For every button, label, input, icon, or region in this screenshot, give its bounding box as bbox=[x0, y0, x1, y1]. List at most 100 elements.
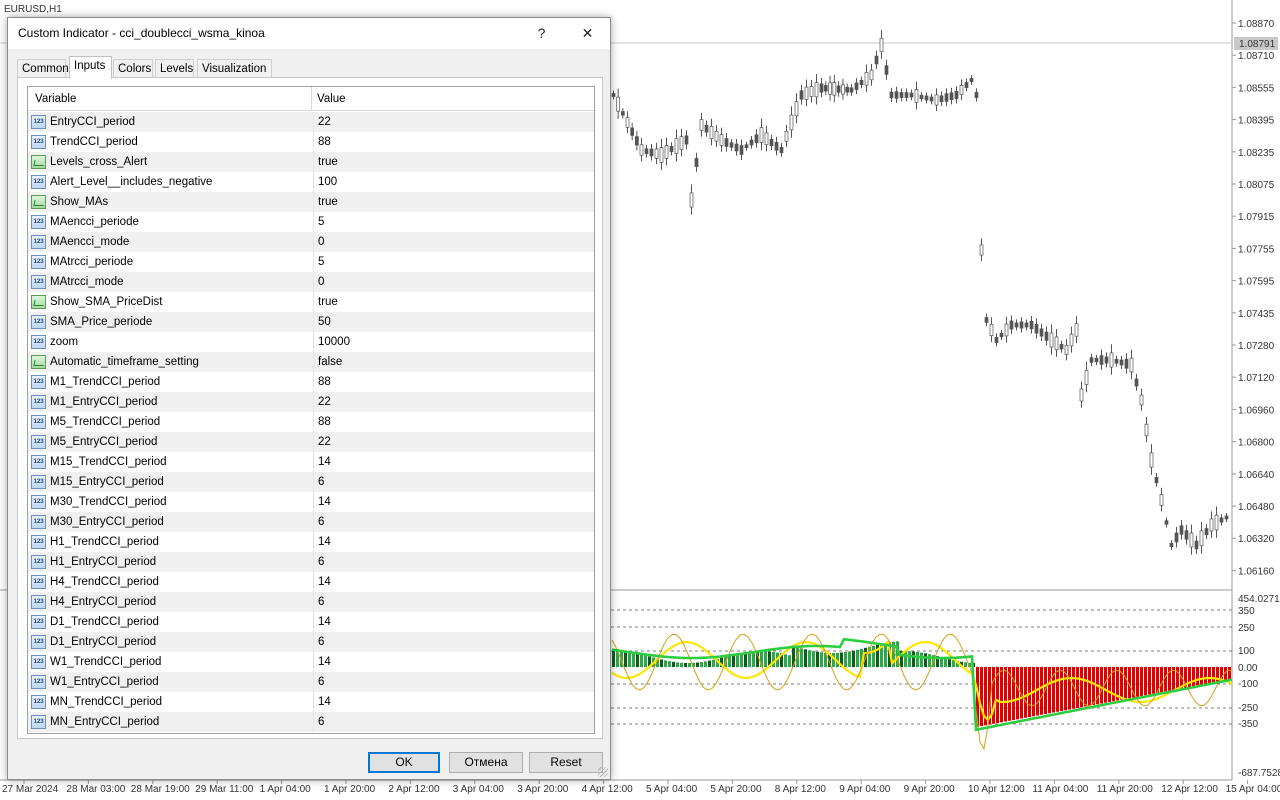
input-value-field[interactable]: 14 bbox=[313, 612, 594, 632]
integer-type-icon: 123 bbox=[31, 715, 46, 729]
input-row[interactable]: 123 SMA_Price_periode 50 bbox=[28, 312, 594, 332]
input-row[interactable]: 123 M1_TrendCCI_period 88 bbox=[28, 372, 594, 392]
input-row[interactable]: 123 D1_EntryCCI_period 6 bbox=[28, 632, 594, 652]
input-value-field[interactable]: 5 bbox=[313, 252, 594, 272]
input-row[interactable]: 123 EntryCCI_period 22 bbox=[28, 112, 594, 132]
input-row[interactable]: 123 W1_EntryCCI_period 6 bbox=[28, 672, 594, 692]
input-row[interactable]: Show_SMA_PriceDist true bbox=[28, 292, 594, 312]
input-variable-name: M30_TrendCCI_period bbox=[50, 496, 167, 508]
input-row[interactable]: 123 M15_TrendCCI_period 14 bbox=[28, 452, 594, 472]
column-header-variable[interactable]: Variable bbox=[28, 87, 312, 111]
input-variable-name: Show_SMA_PriceDist bbox=[50, 296, 163, 308]
input-value-field[interactable]: 14 bbox=[313, 692, 594, 712]
time-tick-label: 1 Apr 04:00 bbox=[260, 784, 312, 795]
input-value-field[interactable]: 6 bbox=[313, 592, 594, 612]
input-value-field[interactable]: 14 bbox=[313, 452, 594, 472]
integer-type-icon: 123 bbox=[31, 335, 46, 349]
input-value-field[interactable]: 88 bbox=[313, 412, 594, 432]
input-row[interactable]: 123 zoom 10000 bbox=[28, 332, 594, 352]
input-row[interactable]: 123 D1_TrendCCI_period 14 bbox=[28, 612, 594, 632]
input-row[interactable]: 123 M30_EntryCCI_period 6 bbox=[28, 512, 594, 532]
input-value-field[interactable]: true bbox=[313, 192, 594, 212]
input-row[interactable]: Levels_cross_Alert true bbox=[28, 152, 594, 172]
integer-type-icon: 123 bbox=[31, 595, 46, 609]
column-header-value[interactable]: Value bbox=[312, 87, 594, 111]
integer-type-icon: 123 bbox=[31, 255, 46, 269]
input-value-field[interactable]: true bbox=[313, 292, 594, 312]
input-value-field[interactable]: 100 bbox=[313, 172, 594, 192]
input-row[interactable]: 123 MAencci_mode 0 bbox=[28, 232, 594, 252]
input-value-field[interactable]: 6 bbox=[313, 512, 594, 532]
input-row[interactable]: 123 H4_EntryCCI_period 6 bbox=[28, 592, 594, 612]
input-row[interactable]: 123 M5_EntryCCI_period 22 bbox=[28, 432, 594, 452]
tab-visualization[interactable]: Visualization bbox=[197, 59, 272, 78]
input-row[interactable]: 123 MAencci_periode 5 bbox=[28, 212, 594, 232]
dialog-titlebar[interactable]: Custom Indicator - cci_doublecci_wsma_ki… bbox=[8, 18, 610, 49]
input-value-field[interactable]: 50 bbox=[313, 312, 594, 332]
input-row[interactable]: Automatic_timeframe_setting false bbox=[28, 352, 594, 372]
input-value-field[interactable]: 6 bbox=[313, 672, 594, 692]
integer-type-icon: 123 bbox=[31, 495, 46, 509]
resize-grip[interactable] bbox=[598, 767, 608, 777]
input-value-field[interactable]: false bbox=[313, 352, 594, 372]
integer-type-icon: 123 bbox=[31, 455, 46, 469]
tab-levels[interactable]: Levels bbox=[155, 59, 194, 78]
time-tick-label: 9 Apr 04:00 bbox=[839, 784, 891, 795]
indicator-tick-label: -350 bbox=[1238, 719, 1258, 730]
input-value-field[interactable]: 6 bbox=[313, 552, 594, 572]
input-row[interactable]: 123 TrendCCI_period 88 bbox=[28, 132, 594, 152]
help-button[interactable]: ? bbox=[519, 18, 564, 49]
input-value-field[interactable]: 14 bbox=[313, 652, 594, 672]
input-value-field[interactable]: 22 bbox=[313, 392, 594, 412]
price-tick-label: 1.08075 bbox=[1238, 180, 1275, 191]
input-row[interactable]: 123 H1_TrendCCI_period 14 bbox=[28, 532, 594, 552]
input-row[interactable]: 123 MAtrcci_periode 5 bbox=[28, 252, 594, 272]
integer-type-icon: 123 bbox=[31, 615, 46, 629]
input-value-field[interactable]: 6 bbox=[313, 712, 594, 732]
input-row[interactable]: 123 M30_TrendCCI_period 14 bbox=[28, 492, 594, 512]
price-tick-label: 1.07915 bbox=[1238, 212, 1275, 223]
input-row[interactable]: 123 M5_TrendCCI_period 88 bbox=[28, 412, 594, 432]
tab-common[interactable]: Common bbox=[17, 59, 69, 78]
cancel-button[interactable]: Отмена bbox=[449, 752, 523, 773]
input-value-field[interactable]: 88 bbox=[313, 372, 594, 392]
input-value-field[interactable]: 22 bbox=[313, 112, 594, 132]
ok-button[interactable]: OK bbox=[368, 752, 440, 773]
input-variable-name: TrendCCI_period bbox=[50, 136, 138, 148]
input-variable-name: M30_EntryCCI_period bbox=[50, 516, 164, 528]
input-value-field[interactable]: 22 bbox=[313, 432, 594, 452]
input-value-field[interactable]: 6 bbox=[313, 632, 594, 652]
input-row[interactable]: 123 H1_EntryCCI_period 6 bbox=[28, 552, 594, 572]
tab-colors[interactable]: Colors bbox=[113, 59, 153, 78]
close-icon[interactable]: ✕ bbox=[565, 18, 610, 49]
input-value-field[interactable]: 5 bbox=[313, 212, 594, 232]
reset-button[interactable]: Reset bbox=[529, 752, 603, 773]
input-row[interactable]: 123 W1_TrendCCI_period 14 bbox=[28, 652, 594, 672]
input-row[interactable]: Show_MAs true bbox=[28, 192, 594, 212]
input-row[interactable]: 123 MAtrcci_mode 0 bbox=[28, 272, 594, 292]
price-tick-label: 1.08395 bbox=[1238, 116, 1275, 127]
input-row[interactable]: 123 M1_EntryCCI_period 22 bbox=[28, 392, 594, 412]
input-variable-name: MN_TrendCCI_period bbox=[50, 696, 163, 708]
input-variable-name: EntryCCI_period bbox=[50, 116, 136, 128]
input-value-field[interactable]: 0 bbox=[313, 272, 594, 292]
input-variable-name: H1_EntryCCI_period bbox=[50, 556, 157, 568]
tab-inputs[interactable]: Inputs bbox=[69, 56, 112, 79]
input-row[interactable]: 123 Alert_Level__includes_negative 100 bbox=[28, 172, 594, 192]
input-value-field[interactable]: 0 bbox=[313, 232, 594, 252]
input-value-field[interactable]: true bbox=[313, 152, 594, 172]
input-variable-name: zoom bbox=[50, 336, 79, 348]
input-row[interactable]: 123 MN_TrendCCI_period 14 bbox=[28, 692, 594, 712]
input-row[interactable]: 123 MN_EntryCCI_period 6 bbox=[28, 712, 594, 732]
price-tick-label: 1.06800 bbox=[1238, 438, 1275, 449]
input-row[interactable]: 123 H4_TrendCCI_period 14 bbox=[28, 572, 594, 592]
input-value-field[interactable]: 14 bbox=[313, 572, 594, 592]
input-value-field[interactable]: 6 bbox=[313, 472, 594, 492]
integer-type-icon: 123 bbox=[31, 555, 46, 569]
input-row[interactable]: 123 M15_EntryCCI_period 6 bbox=[28, 472, 594, 492]
input-value-field[interactable]: 14 bbox=[313, 532, 594, 552]
input-value-field[interactable]: 14 bbox=[313, 492, 594, 512]
input-value-field[interactable]: 10000 bbox=[313, 332, 594, 352]
input-value-field[interactable]: 88 bbox=[313, 132, 594, 152]
price-tick-label: 1.07280 bbox=[1238, 341, 1275, 352]
